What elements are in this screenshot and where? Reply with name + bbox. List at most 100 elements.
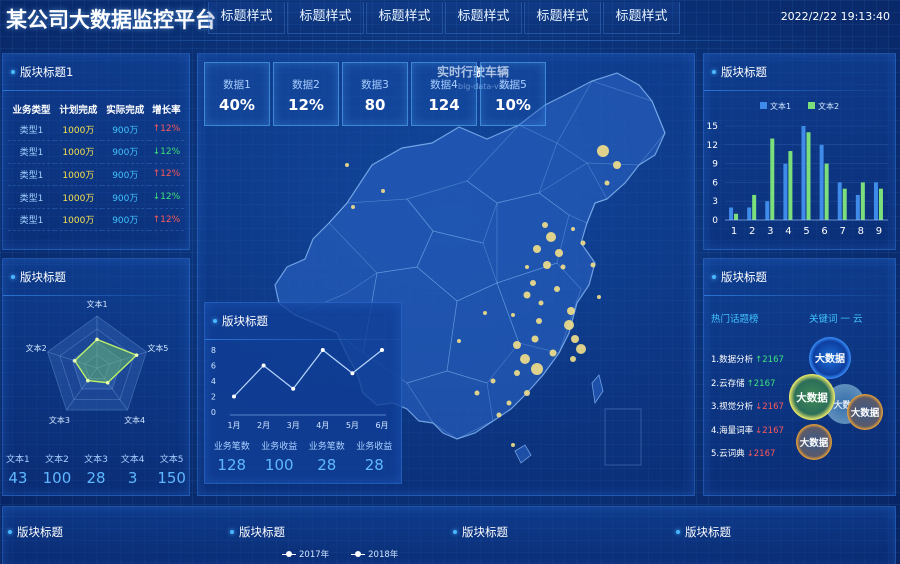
topic-trend: ↓2167	[746, 449, 776, 459]
bar-chart: 文本1 文本2036912151 2 3 4 5 6 7 8 9	[707, 101, 888, 237]
kpi-label: 数据4	[430, 79, 458, 91]
stat-value: 43	[8, 469, 28, 487]
topic-trend: ↓2167	[755, 425, 784, 436]
taiwan-island	[591, 374, 604, 405]
cell-type: 类型1	[8, 163, 55, 187]
stat-item: 文本4 3	[121, 452, 145, 487]
bullet-icon	[213, 319, 217, 323]
legend-label: 2018年	[368, 550, 399, 560]
list-item[interactable]: 1.数据分析 ↑2167	[711, 353, 784, 377]
data-point	[350, 371, 355, 376]
city-marker	[381, 189, 385, 193]
x-tick-label: 1	[731, 226, 737, 237]
stat-item: 文本5 150	[157, 452, 186, 487]
cell-type: 类型1	[8, 185, 55, 209]
cell-plan: 1000万	[54, 118, 102, 142]
x-tick-label: 7	[840, 226, 846, 237]
city-marker	[531, 363, 543, 375]
stat-value: 28	[364, 456, 384, 474]
hot-topics-list: 1.数据分析 ↑2167 2.云存储 ↑2167 3.视觉分析 ↓2167 4.海量词…	[711, 353, 784, 471]
radar-axis-label: 文本4	[124, 415, 145, 425]
y-tick-label: 3	[712, 197, 718, 207]
cell-done: 900万	[101, 185, 149, 209]
cell-done: 900万	[101, 140, 149, 164]
city-marker	[533, 245, 541, 253]
panel-bottom-row	[2, 506, 896, 564]
data-point	[261, 363, 266, 368]
bullet-icon	[8, 530, 12, 534]
city-marker	[506, 400, 512, 406]
divider	[3, 90, 189, 91]
radar-stats: 文本1 43 文本2 100 文本3 28 文本4 3 文本5 150	[6, 452, 186, 487]
panel-title-text: 版块标题	[20, 270, 66, 284]
bar	[860, 182, 865, 220]
city-marker	[511, 313, 515, 317]
nav-tab-5[interactable]: 标题样式	[524, 2, 601, 34]
city-marker	[571, 227, 575, 231]
cell-growth: ↑12%	[148, 208, 184, 232]
stat-value: 28	[317, 456, 337, 474]
stat-label: 业务收益	[356, 442, 393, 452]
city-marker	[531, 335, 539, 343]
bar	[806, 132, 811, 220]
list-item[interactable]: 3.视觉分析 ↓2167	[711, 400, 784, 424]
nav-tab-2[interactable]: 标题样式	[287, 2, 364, 34]
panel-title: 版块标题	[213, 313, 268, 329]
legend-label: 文本2	[818, 101, 839, 111]
panel-title-text: 版块标题	[721, 270, 767, 284]
cell-done: 900万	[101, 208, 149, 232]
panel-title: 版块标题	[712, 269, 767, 285]
legend-item[interactable]: 2017年	[282, 548, 329, 560]
divider	[704, 295, 895, 296]
city-marker	[351, 205, 355, 209]
cell-growth: ↓12%	[148, 140, 184, 164]
nav-tab-1[interactable]: 标题样式	[208, 2, 285, 34]
city-marker	[597, 145, 609, 157]
radar-point	[134, 353, 139, 357]
x-tick-label: 3	[767, 226, 773, 237]
city-marker	[555, 249, 563, 257]
nav-tab-3[interactable]: 标题样式	[366, 2, 443, 34]
x-tick-label: 5月	[346, 421, 359, 430]
x-tick-label: 5	[803, 226, 809, 237]
y-tick-label: 8	[211, 346, 216, 355]
stat-label: 文本1	[6, 455, 30, 465]
nav-tab-4[interactable]: 标题样式	[445, 2, 522, 34]
topic-trend: ↑2167	[755, 355, 784, 365]
panel-title: 版块标题	[11, 269, 66, 285]
line-series	[233, 349, 383, 397]
city-marker	[604, 180, 610, 186]
city-marker	[570, 356, 576, 362]
city-marker	[490, 378, 496, 384]
bottom-legend: 2017年 2018年	[282, 548, 398, 560]
bubble-label: 大数据	[796, 391, 828, 404]
city-marker	[549, 349, 557, 357]
nav-tab-6[interactable]: 标题样式	[603, 2, 680, 34]
stat-value: 28	[86, 469, 106, 487]
topic-trend: ↑2167	[746, 378, 776, 389]
table-row: 类型1 1000万 900万 ↓12%	[8, 140, 184, 164]
app-title: 某公司大数据监控平台	[6, 8, 216, 32]
list-item[interactable]: 4.海量词率 ↓2167	[711, 424, 784, 448]
list-item[interactable]: 5.云词典 ↓2167	[711, 447, 784, 471]
kpi-card: 数据4 124	[411, 62, 477, 126]
city-marker	[543, 261, 551, 269]
city-marker	[536, 318, 542, 324]
cell-plan: 1000万	[54, 140, 102, 164]
x-tick-label: 6月	[375, 421, 388, 430]
hainan-island	[514, 444, 532, 464]
city-marker	[576, 344, 586, 354]
city-marker	[542, 222, 548, 228]
x-tick-label: 2月	[257, 421, 270, 430]
legend-item[interactable]: 2018年	[351, 548, 398, 560]
y-tick-label: 12	[707, 141, 718, 151]
list-item[interactable]: 2.云存储 ↑2167	[711, 377, 784, 401]
city-marker	[567, 307, 575, 315]
table-row: 类型1 1000万 900万 ↑12%	[8, 118, 184, 142]
city-marker	[538, 300, 544, 306]
x-tick-label: 1月	[227, 421, 240, 430]
city-marker	[457, 339, 461, 343]
city-marker	[590, 262, 596, 268]
kpi-value: 124	[428, 96, 460, 114]
x-tick-label: 9	[876, 226, 882, 237]
